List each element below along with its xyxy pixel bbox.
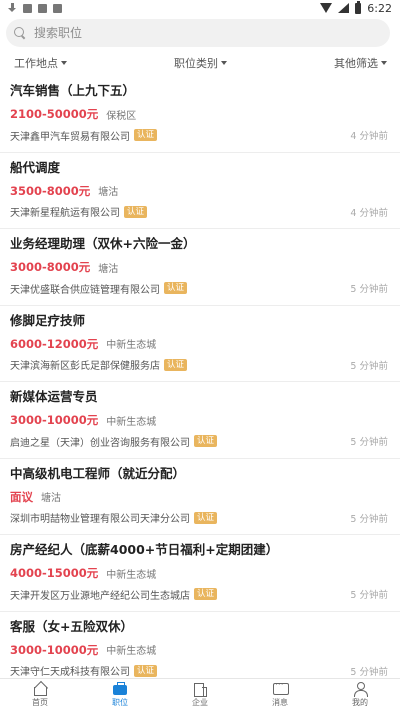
- post-time: 4 分钟前: [350, 131, 388, 142]
- user-icon: [352, 681, 368, 697]
- certified-badge: 认证: [194, 435, 218, 447]
- post-time: 5 分钟前: [350, 437, 388, 448]
- message-icon: [272, 680, 289, 696]
- filter-bar: 工作地点 职位类别 其他筛选: [0, 52, 400, 74]
- filter-other[interactable]: 其他筛选: [334, 55, 387, 71]
- job-area: 中新生态城: [106, 416, 157, 428]
- bottom-tab-bar: 首页 职位 企业 消息 我的: [0, 678, 400, 710]
- certified-badge: 认证: [134, 129, 158, 141]
- post-time: 5 分钟前: [350, 590, 388, 601]
- job-title: 房产经纪人（底薪4000+节日福利+定期团建）: [10, 542, 279, 557]
- app-notification-icon: [38, 3, 47, 13]
- job-area: 中新生态城: [106, 646, 157, 657]
- job-salary: 3000-10000元: [10, 413, 99, 427]
- battery-icon: [355, 0, 362, 14]
- post-time: 5 分钟前: [350, 666, 388, 678]
- filter-location[interactable]: 工作地点: [14, 55, 67, 71]
- briefcase-icon: [112, 681, 128, 696]
- company-name: 启迪之星（天津）创业咨询服务有限公司: [10, 437, 190, 449]
- signal-icon: [338, 3, 350, 13]
- job-item[interactable]: 业务经理助理（双休+六险一金） 3000-8000元 塘沽 天津优盛联合供应链管理…: [0, 229, 400, 306]
- job-salary: 4000-15000元: [10, 566, 99, 580]
- search-input[interactable]: [34, 26, 390, 40]
- tab-label: 职位: [112, 697, 128, 707]
- tab-label: 首页: [32, 697, 48, 707]
- job-title: 汽车销售（上九下五）: [10, 83, 136, 98]
- job-item[interactable]: 修脚足疗技师 6000-12000元 中新生态城 天津滨海新区彭氏足部保健服务店认…: [0, 306, 400, 382]
- job-title: 客服（女+五险双休）: [10, 618, 133, 634]
- search-box[interactable]: [6, 19, 390, 47]
- company-name: 天津优盛联合供应链管理有限公司: [10, 284, 160, 296]
- tab-jobs[interactable]: 职位: [80, 679, 160, 710]
- job-item[interactable]: 船代调度 3500-8000元 塘沽 天津新星程航运有限公司 认证 4 分钟前: [0, 153, 400, 229]
- certified-badge: 认证: [194, 588, 218, 600]
- job-item[interactable]: 客服（女+五险双休） 3000-10000元 中新生态城 天津守仁天成科技有限公司…: [0, 612, 400, 679]
- caret-down-icon: [381, 61, 387, 65]
- job-area: 保税区: [106, 110, 137, 122]
- company-name: 天津开发区万业源地产经纪公司生态城店: [10, 590, 190, 602]
- job-salary: 6000-12000元: [10, 336, 99, 351]
- tab-company[interactable]: 企业: [160, 679, 240, 710]
- job-title: 中高级机电工程师（就近分配）: [10, 465, 186, 481]
- status-time: 6:22: [367, 1, 392, 15]
- system-icons: 6:22: [320, 0, 392, 15]
- company-name: 深圳市明喆物业管理有限公司天津分公司: [10, 514, 190, 525]
- search-icon: [14, 27, 26, 39]
- search-bar: [6, 19, 390, 47]
- font-notification-icon: [53, 3, 62, 13]
- job-item[interactable]: 房产经纪人（底薪4000+节日福利+定期团建） 4000-15000元 中新生态城…: [0, 535, 400, 612]
- job-salary: 面议: [10, 489, 33, 504]
- company-name: 天津滨海新区彭氏足部保健服务店: [10, 361, 160, 372]
- caret-down-icon: [61, 61, 67, 65]
- caret-down-icon: [221, 61, 227, 65]
- job-area: 塘沽: [41, 493, 61, 504]
- tab-label: 企业: [192, 697, 208, 707]
- notification-icons: [8, 3, 62, 13]
- job-title: 新媒体运营专员: [10, 389, 98, 404]
- certified-badge: 认证: [134, 664, 158, 677]
- job-item[interactable]: 新媒体运营专员 3000-10000元 中新生态城 启迪之星（天津）创业咨询服务有…: [0, 382, 400, 459]
- job-list: 汽车销售（上九下五） 2100-50000元 保税区 天津鑫甲汽车贸易有限公司 认证…: [0, 76, 400, 678]
- certified-badge: 认证: [164, 358, 188, 371]
- job-item[interactable]: 汽车销售（上九下五） 2100-50000元 保税区 天津鑫甲汽车贸易有限公司 认证…: [0, 76, 400, 153]
- filter-category[interactable]: 职位类别: [174, 55, 227, 71]
- wifi-icon: [320, 3, 333, 13]
- job-area: 中新生态城: [106, 340, 157, 351]
- post-time: 5 分钟前: [350, 284, 388, 295]
- job-item[interactable]: 中高级机电工程师（就近分配） 面议 塘沽 深圳市明喆物业管理有限公司天津分公司 认证…: [0, 459, 400, 535]
- certified-badge: 认证: [164, 282, 188, 294]
- post-time: 5 分钟前: [350, 513, 388, 525]
- post-time: 5 分钟前: [350, 360, 388, 372]
- tab-label: 消息: [272, 697, 288, 707]
- tab-me[interactable]: 我的: [320, 679, 400, 710]
- company-name: 天津守仁天成科技有限公司: [10, 667, 130, 678]
- download-icon: [8, 3, 17, 13]
- post-time: 4 分钟前: [350, 207, 388, 219]
- home-icon: [32, 682, 48, 696]
- job-salary: 2100-50000元: [10, 107, 99, 121]
- job-salary: 3000-10000元: [10, 642, 99, 657]
- certified-badge: 认证: [124, 205, 148, 218]
- tab-messages[interactable]: 消息: [240, 679, 320, 710]
- job-area: 塘沽: [98, 263, 119, 275]
- filter-category-label: 职位类别: [174, 57, 218, 70]
- certified-badge: 认证: [194, 511, 218, 524]
- job-area: 塘沽: [98, 187, 119, 198]
- building-icon: [192, 682, 208, 697]
- job-title: 业务经理助理（双休+六险一金）: [10, 236, 196, 251]
- job-area: 中新生态城: [106, 569, 157, 581]
- job-salary: 3500-8000元: [10, 183, 91, 198]
- job-title: 船代调度: [10, 159, 61, 175]
- status-bar: 6:22: [0, 0, 400, 16]
- filter-location-label: 工作地点: [14, 57, 58, 70]
- company-name: 天津鑫甲汽车贸易有限公司: [10, 131, 130, 143]
- filter-other-label: 其他筛选: [334, 57, 378, 70]
- job-salary: 3000-8000元: [10, 260, 91, 274]
- job-title: 修脚足疗技师: [10, 312, 86, 328]
- tab-home[interactable]: 首页: [0, 679, 80, 710]
- company-name: 天津新星程航运有限公司: [10, 208, 120, 219]
- tab-label: 我的: [352, 697, 368, 707]
- notification-icon: [23, 3, 32, 13]
